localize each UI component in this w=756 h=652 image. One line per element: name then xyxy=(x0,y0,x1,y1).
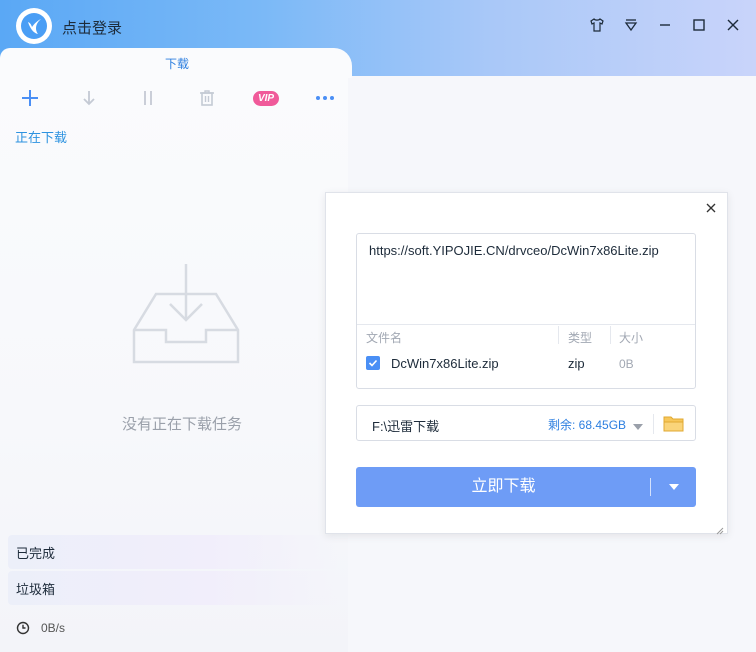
file-size: 0B xyxy=(619,357,634,371)
download-options-chevron-icon[interactable] xyxy=(652,467,696,507)
dropdown-menu-icon[interactable] xyxy=(620,14,642,36)
add-task-button[interactable] xyxy=(14,84,46,112)
empty-inbox-icon xyxy=(128,262,244,371)
sidebar-item-downloading[interactable]: 正在下载 xyxy=(15,127,67,146)
url-text[interactable]: https://soft.YIPOJIE.CN/drvceo/DcWin7x86… xyxy=(369,243,685,258)
resize-grip-icon[interactable] xyxy=(716,522,724,535)
app-logo-icon[interactable] xyxy=(16,8,52,44)
file-type: zip xyxy=(568,356,585,371)
pause-button[interactable] xyxy=(132,84,164,112)
divider xyxy=(653,414,654,434)
vip-badge: VIP xyxy=(252,90,280,106)
minimize-icon[interactable] xyxy=(654,14,676,36)
column-separator xyxy=(558,326,559,344)
download-now-button[interactable]: 立即下载 xyxy=(356,467,696,507)
divider xyxy=(357,324,695,325)
column-header-type: 类型 xyxy=(568,331,593,345)
new-download-dialog: https://soft.YIPOJIE.CN/drvceo/DcWin7x86… xyxy=(325,192,728,535)
main-window: 点击登录 下载 VIP 正在下载 没有正在下载任务 已完成 垃圾箱 0B/s h… xyxy=(0,0,756,652)
skin-icon[interactable] xyxy=(586,14,608,36)
speed-value: 0B/s xyxy=(41,621,66,635)
vip-button[interactable]: VIP xyxy=(250,84,282,112)
url-input[interactable]: https://soft.YIPOJIE.CN/drvceo/DcWin7x86… xyxy=(356,233,696,389)
clock-icon xyxy=(16,621,30,635)
download-now-label: 立即下载 xyxy=(471,478,536,495)
speed-indicator: 0B/s xyxy=(16,621,65,635)
folder-icon[interactable] xyxy=(663,414,685,434)
login-link[interactable]: 点击登录 xyxy=(62,17,122,38)
delete-button[interactable] xyxy=(191,84,223,112)
column-separator xyxy=(610,326,611,344)
chevron-down-icon[interactable] xyxy=(632,419,644,430)
column-header-size: 大小 xyxy=(619,331,644,345)
empty-state-message: 没有正在下载任务 xyxy=(122,416,243,433)
sidebar-item-completed[interactable]: 已完成 xyxy=(8,535,338,569)
toolbar: VIP xyxy=(14,84,341,112)
sidebar-item-label: 已完成 xyxy=(16,545,56,561)
maximize-icon[interactable] xyxy=(688,14,710,36)
save-path-value: F:\迅雷下载 xyxy=(372,419,440,434)
more-options-icon[interactable] xyxy=(309,84,341,112)
dialog-close-icon[interactable] xyxy=(704,201,718,215)
file-name[interactable]: DcWin7x86Lite.zip xyxy=(391,356,499,371)
sidebar-item-label: 垃圾箱 xyxy=(16,581,56,597)
start-download-button[interactable] xyxy=(73,84,105,112)
column-header-filename: 文件名 xyxy=(366,331,403,345)
sidebar-item-trash[interactable]: 垃圾箱 xyxy=(8,571,338,605)
close-icon[interactable] xyxy=(722,14,744,36)
free-space-text: 剩余: 68.45GB xyxy=(548,418,627,432)
tab-download-label[interactable]: 下载 xyxy=(165,55,189,72)
save-path-select[interactable]: F:\迅雷下载 剩余: 68.45GB xyxy=(356,405,696,441)
file-checkbox[interactable] xyxy=(366,356,380,370)
divider xyxy=(650,478,651,496)
